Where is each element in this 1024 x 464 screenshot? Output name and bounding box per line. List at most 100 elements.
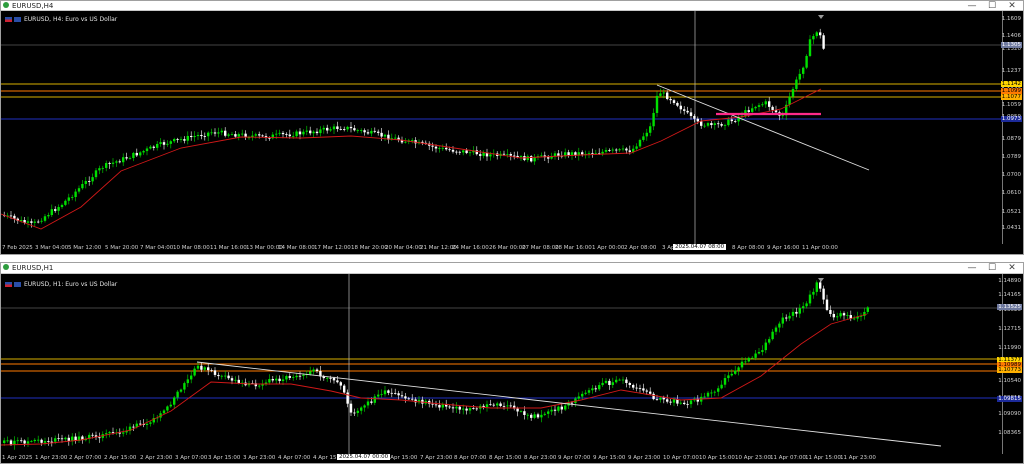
candle-body <box>577 396 580 399</box>
candle-body <box>635 146 638 149</box>
close-icon[interactable]: ✕ <box>1003 1 1021 11</box>
time-axis[interactable]: 7 Feb 2025 3 Mar 04:00 5 Mar 12:00 5 Mar 20… <box>1 244 1003 253</box>
trendline[interactable] <box>196 361 942 447</box>
candle-body <box>751 357 754 359</box>
candle-body <box>805 55 808 68</box>
time-axis-label: 17 Mar 12:00 <box>314 245 351 251</box>
candle-body <box>747 110 750 112</box>
price-axis[interactable]: 1.16091.14061.13201.12371.11421.10591.09… <box>1000 11 1023 244</box>
time-axis-label: 28 Mar 16:00 <box>555 245 592 251</box>
candle-body <box>105 163 108 168</box>
candle-body <box>288 376 291 378</box>
candle-body <box>455 406 458 409</box>
candle-body <box>64 200 67 205</box>
candle-body <box>142 151 145 153</box>
candle-body <box>101 167 104 169</box>
close-icon[interactable]: ✕ <box>1003 263 1021 273</box>
candle-body <box>438 405 441 408</box>
candle-body <box>81 183 84 189</box>
candle-body <box>448 149 451 151</box>
candle-body <box>645 132 648 137</box>
candle-body <box>366 132 370 134</box>
candle-body <box>305 130 308 132</box>
candle-body <box>519 156 523 158</box>
maximize-icon[interactable]: ☐ <box>983 263 1001 273</box>
candle-body <box>329 129 332 131</box>
candle-body <box>700 121 703 126</box>
candle-body <box>404 141 407 143</box>
candle-body <box>115 161 118 163</box>
candle-body <box>230 378 234 381</box>
candle-body <box>621 148 625 150</box>
time-axis-label: 11 Mar 16:00 <box>210 245 247 251</box>
candle-body <box>757 105 761 107</box>
candle-body <box>394 137 397 139</box>
candle-body <box>822 35 825 49</box>
price-chart-h4[interactable]: EURUSD, H4: Euro vs US Dollar 1.1609 1.14… <box>1 11 1023 244</box>
candle-body <box>122 432 125 434</box>
candle-body <box>438 148 441 150</box>
candle-body <box>754 106 757 109</box>
price-level-badge: 1.13525 <box>997 304 1022 310</box>
candle-body <box>319 129 322 134</box>
time-axis-label: 7 Feb 2025 <box>2 245 33 251</box>
candle-body <box>84 181 87 184</box>
price-axis[interactable]: 1.148901.141651.135251.127151.119901.113… <box>997 274 1023 454</box>
time-axis-label: 9 Apr 23:00 <box>628 455 661 461</box>
candle-body <box>394 393 397 394</box>
time-axis-label: 18 Mar 20:00 <box>351 245 388 251</box>
price-chart-h1[interactable]: EURUSD, H1: Euro vs US Dollar 1.14890 1.1… <box>1 274 1023 454</box>
candle-body <box>88 181 91 182</box>
minimize-icon[interactable]: — <box>963 1 981 11</box>
moving-average-line[interactable] <box>1 313 868 446</box>
price-axis-label: 1.0610 <box>1001 190 1021 196</box>
candle-body <box>315 131 319 134</box>
candle-body <box>649 126 652 133</box>
chart-window-h1[interactable]: EURUSD,H1 — ☐ ✕ EURUSD, H1: Euro vs US D… <box>0 262 1024 464</box>
time-axis-label: 5 Mar 12:00 <box>68 245 102 251</box>
window-titlebar[interactable]: EURUSD,H4 — ☐ ✕ <box>1 1 1023 11</box>
candle-body <box>370 130 373 134</box>
candle-body <box>380 132 383 137</box>
candle-body <box>281 132 285 135</box>
maximize-icon[interactable]: ☐ <box>983 1 1001 11</box>
candle-body <box>312 131 315 134</box>
time-axis-label: 11 Apr 15:00 <box>805 455 841 461</box>
candle-body <box>326 377 329 379</box>
window-titlebar[interactable]: EURUSD,H1 — ☐ ✕ <box>1 263 1023 274</box>
candle-body <box>360 407 363 411</box>
candle-body <box>67 197 70 201</box>
candle-body <box>659 397 662 400</box>
candle-body <box>336 126 339 129</box>
candle-body <box>798 73 801 80</box>
candle-body <box>30 441 33 442</box>
candle-body <box>509 405 512 407</box>
candle-body <box>655 399 659 400</box>
price-level-badge: 1.1077 <box>1000 94 1022 100</box>
candle-body <box>557 153 560 156</box>
candle-body <box>740 361 744 368</box>
price-axis-label: 1.0521 <box>1001 209 1021 215</box>
candle-body <box>659 93 662 96</box>
price-level-badge: 1.10773 <box>997 367 1022 373</box>
candle-body <box>730 373 733 376</box>
candle-body <box>723 378 727 385</box>
candle-body <box>6 440 9 442</box>
candle-body <box>560 406 563 410</box>
candle-body <box>346 392 349 404</box>
candle-body <box>479 154 482 156</box>
time-axis[interactable]: 1 Apr 2025 1 Apr 23:00 2 Apr 07:00 2 Apr 15… <box>1 454 1003 463</box>
candle-body <box>309 371 312 375</box>
time-axis-label: 26 Mar 00:00 <box>489 245 526 251</box>
candle-body <box>802 67 805 74</box>
candle-body <box>224 130 227 136</box>
candle-body <box>764 101 767 105</box>
minimize-icon[interactable]: — <box>963 263 981 273</box>
candle-body <box>390 392 393 394</box>
time-axis-label: 3 Apr 15:00 <box>208 455 241 461</box>
candle-body <box>737 367 740 371</box>
candle-body <box>40 439 43 443</box>
candle-body <box>492 404 495 406</box>
chart-window-h4[interactable]: EURUSD,H4 — ☐ ✕ EURUSD, H4: Euro vs US D… <box>0 0 1024 255</box>
candle-body <box>720 384 723 389</box>
